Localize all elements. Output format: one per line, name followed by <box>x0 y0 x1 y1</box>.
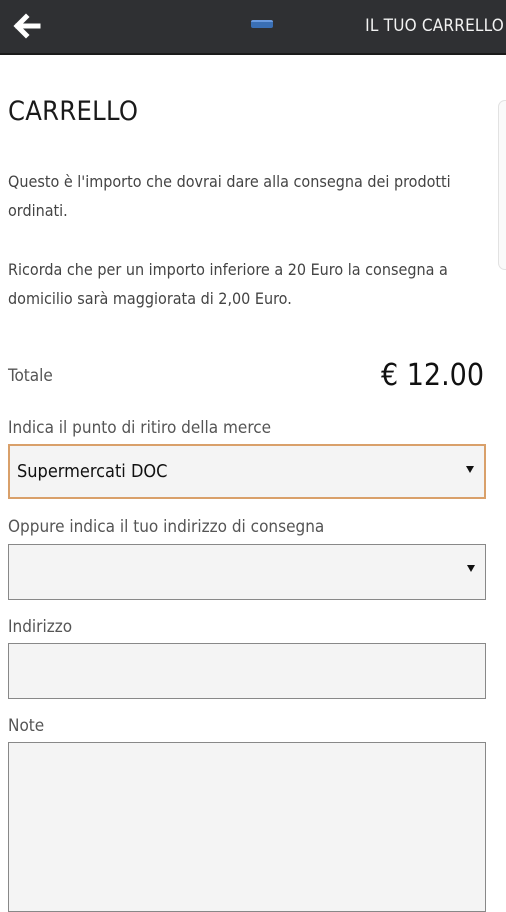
header-title: IL TUO CARRELLO <box>365 16 504 36</box>
dropdown-caret-icon <box>467 565 475 572</box>
total-amount: € 12.00 <box>381 358 484 393</box>
delivery-address-select[interactable] <box>8 544 486 600</box>
pickup-point-label: Indica il punto di ritiro della merce <box>8 418 272 438</box>
delivery-notice-text: Ricorda che per un importo inferiore a 2… <box>8 260 448 308</box>
pickup-point-select[interactable]: Supermercati DOC <box>8 444 486 499</box>
pickup-point-value: Supermercati DOC <box>17 461 168 482</box>
delivery-address-label: Oppure indica il tuo indirizzo di conseg… <box>8 517 325 537</box>
arrow-left-icon[interactable] <box>10 9 44 43</box>
address-input[interactable] <box>8 643 486 699</box>
app-header: IL TUO CARRELLO <box>0 0 506 55</box>
intro-text: Questo è l'importo che dovrai dare alla … <box>8 172 451 220</box>
total-label: Totale <box>8 366 53 386</box>
notes-textarea[interactable] <box>8 742 486 912</box>
dropdown-caret-icon <box>466 466 474 473</box>
page-title: CARRELLO <box>8 96 139 127</box>
address-label: Indirizzo <box>8 617 73 637</box>
side-drawer-handle[interactable] <box>498 100 506 270</box>
menu-grip-icon[interactable] <box>251 20 273 28</box>
notes-label: Note <box>8 716 45 736</box>
